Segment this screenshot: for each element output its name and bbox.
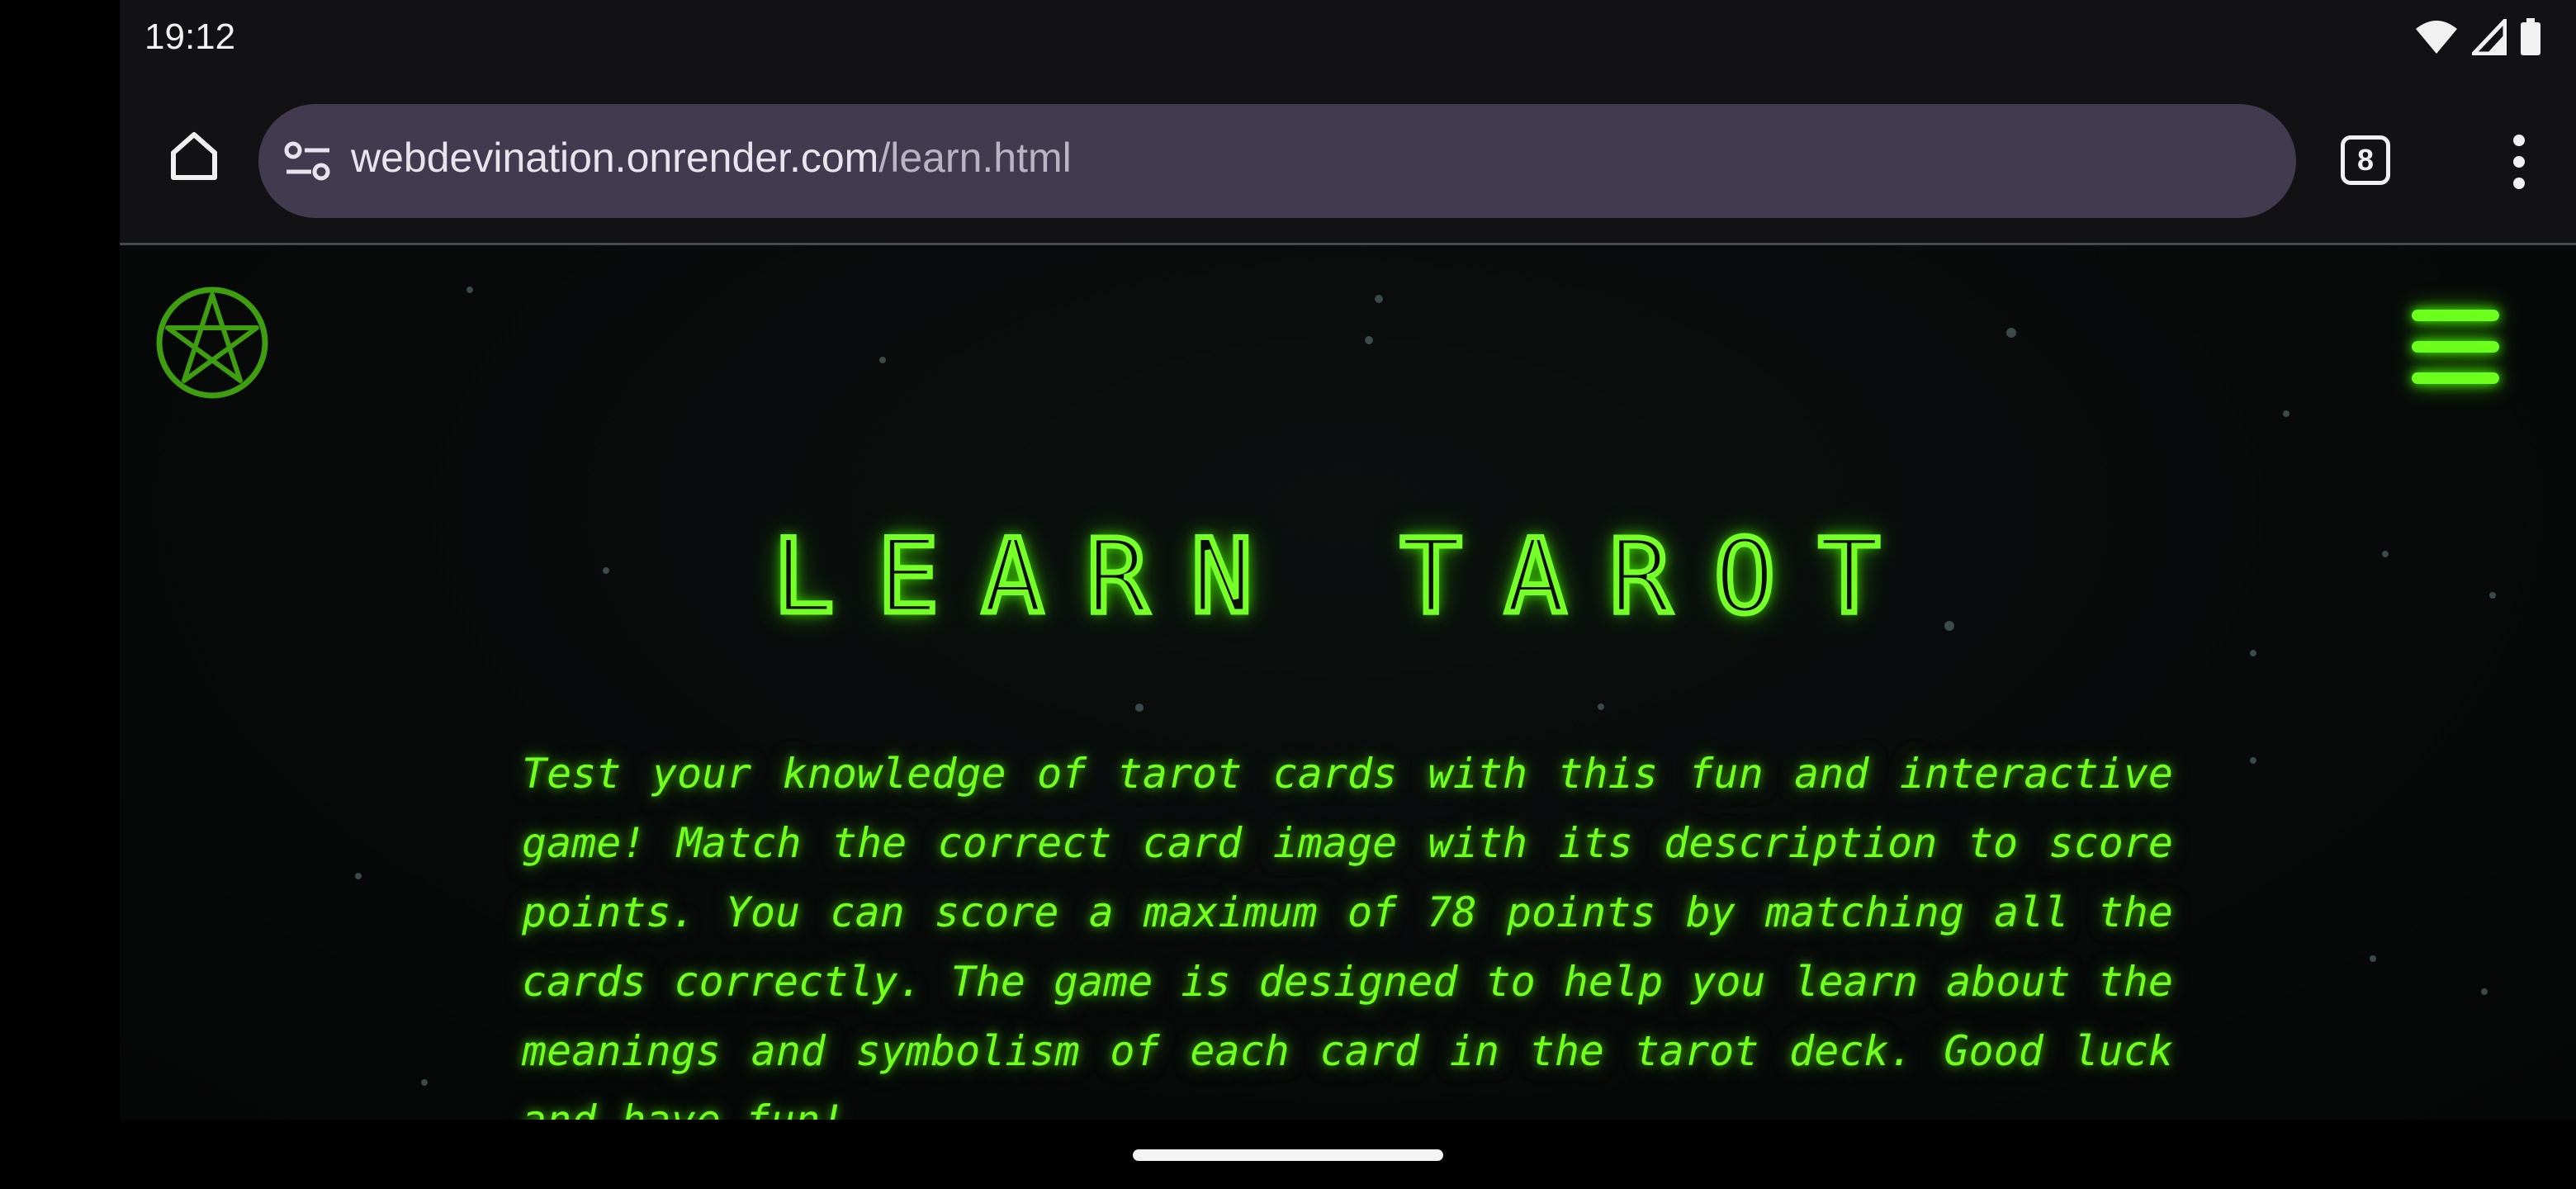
background-star [2250,650,2256,656]
wifi-icon [2416,21,2457,54]
background-star [1598,703,1604,710]
gesture-handle[interactable] [1133,1149,1443,1161]
signal-icon [2472,19,2507,55]
background-star [1135,703,1144,712]
menu-dot [2513,156,2525,168]
background-star [2283,410,2290,417]
browser-toolbar: webdevination.onrender.com/learn.html 8 [120,79,2576,245]
background-star [421,1079,428,1086]
page-description: Test your knowledge of tarot cards with … [522,750,2173,1120]
more-vert-icon[interactable] [2494,129,2544,195]
url-host: webdevination.onrender.com [351,135,879,181]
url-path: /learn.html [878,135,1072,181]
tab-count: 8 [2356,143,2375,177]
pentagram-icon[interactable] [154,285,270,400]
url-text[interactable]: webdevination.onrender.com/learn.html [351,134,1072,182]
screen: 19:12 webdevination.onrender.com/learn.h… [0,0,2576,1189]
background-star [1365,336,1373,344]
hamburger-line [2412,310,2499,321]
phone-viewport: 19:12 webdevination.onrender.com/learn.h… [120,0,2576,1120]
battery-icon [2521,18,2540,55]
page-title: LEARN TAROT [769,518,1924,637]
hamburger-line [2412,341,2499,353]
hamburger-icon[interactable] [2412,310,2499,384]
status-time: 19:12 [144,17,236,57]
hamburger-line [2412,372,2499,384]
background-star [2370,955,2376,962]
url-bar[interactable]: webdevination.onrender.com/learn.html [258,104,2296,218]
home-button[interactable] [161,122,227,188]
background-star [2250,757,2256,764]
background-star [879,357,886,363]
status-bar: 19:12 [120,0,2576,79]
home-icon [171,132,217,180]
page-content: LEARN TAROT Test your knowledge of tarot… [120,245,2576,1120]
tabs-button[interactable]: 8 [2341,135,2390,185]
background-star [1375,295,1383,303]
background-star [2481,988,2488,995]
menu-dot [2513,135,2525,146]
background-star [466,287,473,293]
status-icons [2414,18,2541,56]
background-star [2006,328,2016,338]
system-nav-bar [0,1120,2576,1189]
site-settings-icon[interactable] [283,140,333,183]
background-star [355,873,362,879]
menu-dot [2513,178,2525,189]
